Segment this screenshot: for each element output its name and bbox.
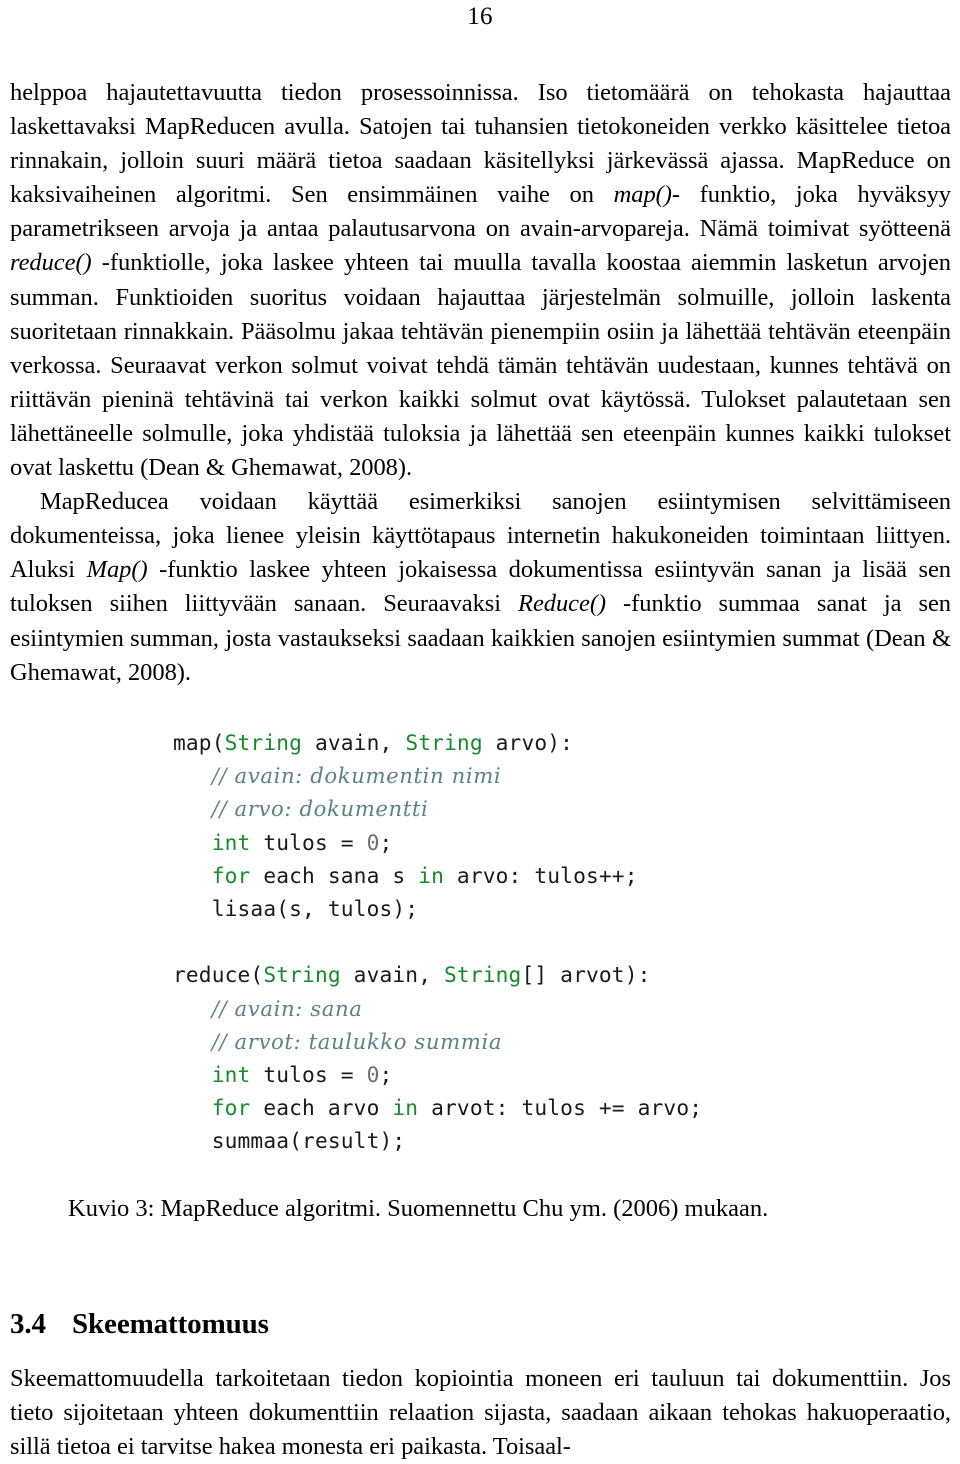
code-token-pln: tulos = — [250, 1062, 367, 1088]
code-token-num: 0 — [366, 829, 380, 855]
para-skeemattomuus: Skeemattomuudella tarkoitetaan tiedon ko… — [10, 1362, 951, 1464]
code-token-pln: reduce( — [173, 962, 264, 988]
tail-paragraph-list: Skeemattomuudella tarkoitetaan tiedon ko… — [10, 1362, 951, 1464]
code-line: for each sana s in arvo: tulos++; — [173, 859, 873, 892]
code-line: reduce(String avain, String[] arvot): — [173, 958, 873, 991]
code-token-pln: each arvo — [250, 1095, 393, 1121]
emphasised-term: Map() — [86, 556, 148, 584]
code-token-kw: String — [224, 730, 303, 755]
code-line: // avain: sana — [173, 992, 873, 1025]
document-page: 16 helppoa hajautettavuutta tiedon prose… — [0, 0, 960, 1463]
page-number: 16 — [467, 3, 493, 30]
code-token-pln: arvo): — [482, 730, 574, 755]
code-line: int tulos = 0; — [173, 826, 873, 859]
para-mapreduce-intro: helppoa hajautettavuutta tiedon prosesso… — [10, 76, 951, 485]
section-heading: 3.4 Skeemattomuus — [10, 1306, 951, 1342]
para-wordcount-example: MapReducea voidaan käyttää esimerkiksi s… — [10, 485, 951, 690]
code-listing-mapreduce: map(String avain, String arvo): // avain… — [173, 726, 873, 1158]
body-paragraph-list: helppoa hajautettavuutta tiedon prosesso… — [10, 76, 951, 690]
code-token-pln: summaa(result); — [211, 1128, 406, 1154]
code-token-num: 0 — [366, 1062, 380, 1088]
text-run: -funktiolle, joka laskee yhteen tai muul… — [10, 249, 951, 482]
code-token-pln: [] arvot): — [521, 962, 651, 988]
code-line: // arvot: taulukko summia — [173, 1025, 873, 1058]
code-token-kw: in — [392, 1095, 419, 1121]
code-token-pln: map( — [173, 730, 225, 755]
code-token-pln: ; — [379, 1062, 393, 1088]
code-token-pln: lisaa(s, tulos); — [211, 896, 419, 922]
code-token-cmt: // arvot: taulukko summia — [211, 1028, 503, 1054]
figure-caption: Kuvio 3: MapReduce algoritmi. Suomennett… — [68, 1195, 769, 1222]
code-token-kw: in — [418, 862, 445, 888]
code-token-pln: tulos = — [250, 829, 367, 855]
code-token-pln: ; — [379, 829, 393, 855]
code-token-kw: String — [263, 962, 341, 988]
code-token-kw: String — [444, 962, 522, 988]
emphasised-term: map() — [613, 181, 672, 209]
code-token-kw: for — [211, 1095, 251, 1121]
code-token-cmt: // avain: sana — [211, 995, 363, 1021]
code-token-pln: arvot: tulos += arvo; — [418, 1095, 703, 1121]
code-token-pln: each sana s — [250, 862, 419, 888]
code-token-pln: avain, — [302, 730, 406, 755]
code-token-pln: avain, — [340, 962, 445, 988]
section-number: 3.4 — [10, 1308, 46, 1340]
code-token-cmt: // arvo: dokumentti — [211, 796, 429, 822]
trailing-text-column: Skeemattomuudella tarkoitetaan tiedon ko… — [10, 1362, 951, 1464]
text-run: Skeemattomuudella tarkoitetaan tiedon ko… — [10, 1365, 951, 1461]
code-line: map(String avain, String arvo): — [173, 726, 873, 759]
code-line: for each arvo in arvot: tulos += arvo; — [173, 1091, 873, 1124]
emphasised-term: reduce() — [10, 249, 92, 277]
code-token-cmt: // avain: dokumentin nimi — [211, 763, 502, 789]
code-token-kw: int — [211, 829, 251, 855]
main-text-column: helppoa hajautettavuutta tiedon prosesso… — [10, 76, 951, 690]
code-line: // avain: dokumentin nimi — [173, 759, 873, 792]
code-line: lisaa(s, tulos); — [173, 892, 873, 925]
section-title: Skeemattomuus — [72, 1308, 269, 1340]
emphasised-term: Reduce() — [518, 590, 607, 618]
code-token-pln: arvo: tulos++; — [444, 862, 638, 888]
code-token-kw: for — [211, 862, 251, 888]
code-token-kw: int — [211, 1062, 251, 1088]
code-token-kw: String — [405, 730, 483, 755]
code-line: summaa(result); — [173, 1124, 873, 1157]
code-line: int tulos = 0; — [173, 1058, 873, 1091]
code-line: // arvo: dokumentti — [173, 792, 873, 825]
